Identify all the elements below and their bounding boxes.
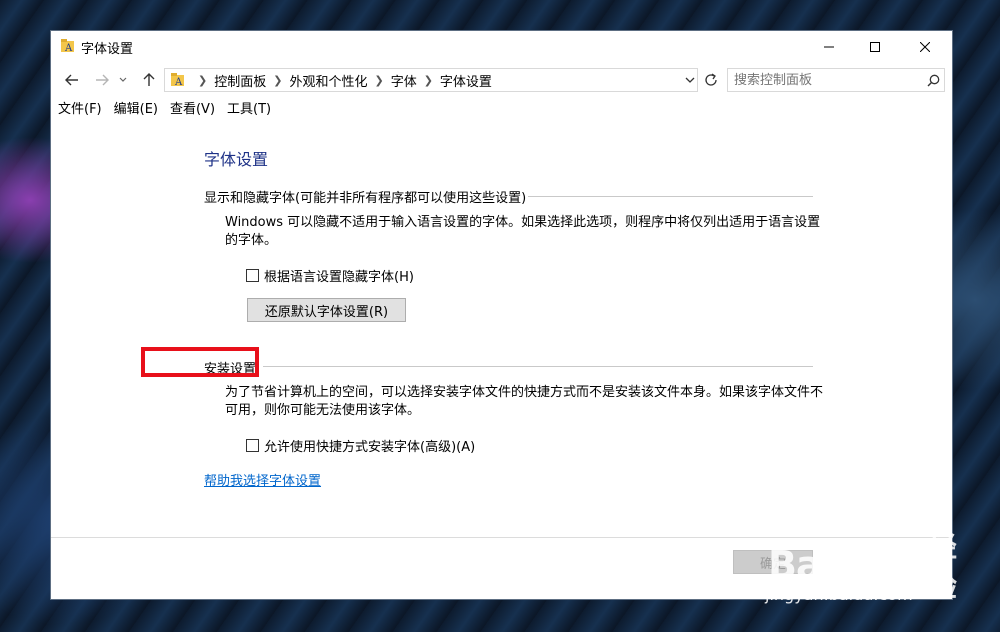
menu-edit[interactable]: 编辑(E) <box>113 101 159 121</box>
menu-file[interactable]: 文件(F) <box>57 101 103 121</box>
address-bar[interactable]: A ❯ 控制面板 ❯ 外观和个性化 ❯ 字体 ❯ 字体设置 <box>164 68 698 92</box>
search-input[interactable] <box>728 70 922 90</box>
install-settings-description: 为了节省计算机上的空间，可以选择安装字体文件的快捷方式而不是安装该文件本身。如果… <box>225 385 824 418</box>
svg-text:A: A <box>174 77 183 87</box>
address-dropdown-chevron-icon[interactable] <box>685 73 695 91</box>
menu-bar: 文件(F) 编辑(E) 查看(V) 工具(T) <box>57 101 282 121</box>
show-hide-description: Windows 可以隐藏不适用于输入语言设置的字体。如果选择此选项，则程序中将仅… <box>225 215 821 248</box>
font-folder-icon: A <box>171 73 185 87</box>
font-settings-window: A 字体设置 A ❯ 控制面板 ❯ 外观和个性化 ❯ 字体 ❯ 字体设置 搜索控… <box>50 30 953 600</box>
breadcrumb-fonts[interactable]: 字体 <box>391 71 417 90</box>
breadcrumb-separator-icon[interactable]: ❯ <box>273 74 282 87</box>
minimize-button[interactable] <box>806 31 852 62</box>
title-bar: A 字体设置 <box>51 31 952 62</box>
help-choose-font-settings-link[interactable]: 帮助我选择字体设置 <box>204 470 321 489</box>
recent-locations-chevron-icon[interactable] <box>116 69 130 91</box>
section-divider <box>263 366 813 367</box>
baidu-jingyan-watermark: Bai du 经验 jingyan.baidu.com <box>730 525 957 615</box>
menu-tools[interactable]: 工具(T) <box>226 101 272 121</box>
breadcrumb-separator-icon[interactable]: ❯ <box>198 74 207 87</box>
svg-text:A: A <box>64 43 73 53</box>
watermark-url: jingyan.baidu.com <box>765 585 913 604</box>
breadcrumb-appearance[interactable]: 外观和个性化 <box>289 71 367 90</box>
allow-shortcut-install-checkbox[interactable] <box>246 439 259 452</box>
breadcrumb-font-settings[interactable]: 字体设置 <box>440 71 492 90</box>
font-folder-icon: A <box>61 39 75 54</box>
breadcrumb-separator-icon[interactable]: ❯ <box>374 74 383 87</box>
search-icon[interactable] <box>922 74 944 87</box>
hide-fonts-checkbox[interactable] <box>246 269 259 282</box>
menu-view[interactable]: 查看(V) <box>169 101 216 121</box>
back-arrow-icon[interactable] <box>61 69 83 91</box>
navigation-bar: A ❯ 控制面板 ❯ 外观和个性化 ❯ 字体 ❯ 字体设置 <box>51 66 952 94</box>
page-title: 字体设置 <box>204 150 269 169</box>
restore-default-font-settings-button[interactable]: 还原默认字体设置(R) <box>247 298 406 322</box>
show-hide-fonts-heading: 显示和隐藏字体(可能并非所有程序都可以使用这些设置) <box>204 191 527 206</box>
maximize-button[interactable] <box>852 31 898 62</box>
hide-fonts-checkbox-row[interactable]: 根据语言设置隐藏字体(H) <box>246 266 414 285</box>
allow-shortcut-install-checkbox-label[interactable]: 允许使用快捷方式安装字体(高级)(A) <box>264 436 475 455</box>
section-divider <box>528 196 813 197</box>
close-button[interactable] <box>902 31 948 62</box>
up-arrow-icon[interactable] <box>138 69 160 91</box>
refresh-icon[interactable] <box>702 71 720 89</box>
breadcrumb-separator-icon[interactable]: ❯ <box>424 74 433 87</box>
baidu-paw-icon <box>835 543 869 587</box>
window-title: 字体设置 <box>81 42 134 57</box>
highlight-annotation-box <box>141 347 259 377</box>
forward-arrow-icon[interactable] <box>91 69 113 91</box>
breadcrumb-control-panel[interactable]: 控制面板 <box>214 71 266 90</box>
allow-shortcut-install-checkbox-row[interactable]: 允许使用快捷方式安装字体(高级)(A) <box>246 436 475 455</box>
hide-fonts-checkbox-label[interactable]: 根据语言设置隐藏字体(H) <box>264 266 414 285</box>
search-box[interactable] <box>727 68 945 92</box>
